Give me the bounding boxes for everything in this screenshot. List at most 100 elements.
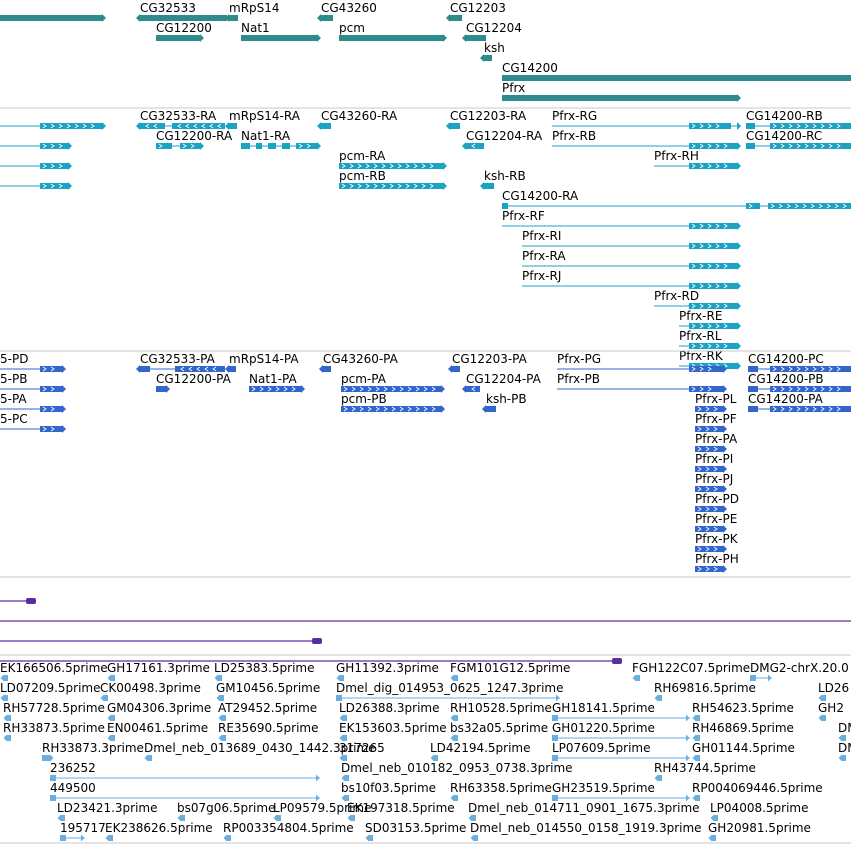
transcript-feature[interactable]: CG12204-RA <box>462 129 543 150</box>
protein-feature[interactable]: CG12200-PA <box>156 372 232 393</box>
transcript-feature[interactable]: Pfrx-RH <box>654 149 741 170</box>
transcript-feature[interactable]: Pfrx-RJ <box>522 269 741 290</box>
transcript-feature[interactable]: Pfrx-RF <box>502 209 741 230</box>
est-feature[interactable]: GH01144.5prime <box>692 741 795 762</box>
est-feature[interactable]: RH33873.3prime <box>42 741 144 762</box>
est-feature[interactable]: FGM101G12.5prime <box>450 661 570 682</box>
protein-feature[interactable]: pcm-PB <box>341 392 445 413</box>
transcript-feature[interactable] <box>0 122 106 130</box>
transcript-feature[interactable]: Pfrx-RD <box>654 289 741 310</box>
protein-feature[interactable]: CG32533-PA <box>136 352 225 373</box>
genome-browser-canvas[interactable]: CG32533 mRpS14 CG43260 CG12203 CG12200 Nat1 pc… <box>0 0 851 844</box>
est-feature[interactable]: DM <box>838 741 851 762</box>
est-feature[interactable]: LP04008.5prime <box>710 801 809 822</box>
sequence-feature[interactable] <box>0 638 322 644</box>
transcript-feature[interactable]: Nat1-RA <box>241 129 321 150</box>
protein-feature[interactable]: CG43260-PA <box>319 352 399 373</box>
transcript-feature[interactable] <box>0 142 72 150</box>
est-feature[interactable]: LD07209.5prime <box>0 681 101 702</box>
protein-feature[interactable]: 5-PC <box>0 412 66 433</box>
est-feature[interactable]: Dmel_neb_014550_0158_1919.3prime <box>470 821 702 842</box>
est-feature[interactable]: AT29452.5prime <box>218 701 317 722</box>
protein-feature[interactable]: Pfrx-PL <box>695 392 737 413</box>
transcript-feature[interactable]: Pfrx-RA <box>522 249 741 270</box>
transcript-feature[interactable]: Pfrx-RG <box>552 109 741 130</box>
transcript-feature[interactable]: CG14200-RA <box>502 189 851 210</box>
est-feature[interactable]: EN00461.5prime <box>107 721 208 742</box>
protein-feature[interactable]: CG14200-PA <box>748 392 851 413</box>
protein-feature[interactable]: 5-PD <box>0 352 66 373</box>
gene-feature[interactable]: CG14200 <box>502 61 851 82</box>
protein-feature[interactable]: Pfrx-PF <box>695 412 737 433</box>
est-feature[interactable]: GH01220.5prime <box>552 721 690 742</box>
est-feature[interactable]: RH54623.5prime <box>692 701 794 722</box>
est-feature[interactable]: EK238626.5prime <box>105 821 213 842</box>
protein-feature[interactable]: ksh-PB <box>482 392 527 413</box>
protein-feature[interactable]: CG14200-PC <box>748 352 851 373</box>
est-feature[interactable]: Dmel_dig_014953_0625_1247.3prime <box>336 681 564 702</box>
est-feature[interactable]: GH20981.5prime <box>708 821 811 842</box>
protein-feature[interactable]: mRpS14-PA <box>225 352 299 373</box>
est-feature[interactable]: DM <box>838 721 851 742</box>
gene-feature[interactable]: CG43260 <box>317 1 377 22</box>
gene-feature[interactable]: Nat1 <box>241 21 321 42</box>
est-feature[interactable]: LD42194.5prime <box>430 741 531 762</box>
est-feature[interactable]: EK197318.5prime <box>347 801 455 822</box>
transcript-feature[interactable]: CG12203-RA <box>446 109 527 130</box>
sequence-feature[interactable] <box>0 598 36 604</box>
protein-feature[interactable]: CG14200-PB <box>748 372 851 393</box>
est-feature[interactable]: 317265 <box>339 741 385 762</box>
est-feature[interactable]: SD03153.5prime <box>365 821 466 842</box>
gene-feature[interactable]: CG12200 <box>156 21 212 42</box>
transcript-feature[interactable]: Pfrx-RI <box>522 229 741 250</box>
transcript-feature[interactable] <box>0 162 72 170</box>
est-feature[interactable]: RP003354804.5prime <box>223 821 354 842</box>
est-feature[interactable]: LD26388.3prime <box>339 701 440 722</box>
est-feature[interactable]: bs10f03.5prime <box>341 781 436 802</box>
est-feature[interactable]: GH23519.5prime <box>552 781 690 802</box>
est-feature[interactable]: LD26 <box>818 681 849 702</box>
est-feature[interactable]: RH33873.5prime <box>3 721 105 742</box>
protein-feature[interactable]: CG12203-PA <box>448 352 528 373</box>
transcript-feature[interactable]: pcm-RB <box>339 169 447 190</box>
transcript-feature[interactable] <box>0 182 72 190</box>
protein-feature[interactable]: Pfrx-PH <box>695 552 739 573</box>
est-feature[interactable]: LD25383.5prime <box>214 661 315 682</box>
transcript-feature[interactable]: mRpS14-RA <box>225 109 301 130</box>
protein-feature[interactable]: Pfrx-PB <box>557 372 727 393</box>
protein-feature[interactable]: Pfrx-PK <box>695 532 739 553</box>
est-feature[interactable]: LD23421.3prime <box>57 801 158 822</box>
transcript-feature[interactable]: CG14200-RB <box>746 109 851 130</box>
est-feature[interactable]: RH43744.5prime <box>654 761 756 782</box>
est-feature[interactable]: GH17161.3prime <box>107 661 210 682</box>
est-feature[interactable]: EK166506.5prime <box>0 661 108 682</box>
protein-feature[interactable]: pcm-PA <box>341 372 445 393</box>
gene-feature[interactable]: CG32533 <box>136 1 227 22</box>
protein-feature[interactable]: Pfrx-PD <box>695 492 739 513</box>
est-feature[interactable]: RH57728.5prime <box>3 701 105 722</box>
gene-feature[interactable]: mRpS14 <box>225 1 280 22</box>
transcript-feature[interactable]: CG32533-RA <box>136 109 225 130</box>
est-feature[interactable]: GH11392.3prime <box>336 661 439 682</box>
est-feature[interactable]: Dmel_neb_014711_0901_1675.3prime <box>468 801 700 822</box>
est-feature[interactable]: RH69816.5prime <box>654 681 756 702</box>
est-feature[interactable]: FGH122C07.5prime <box>632 661 750 682</box>
protein-feature[interactable]: Pfrx-PJ <box>695 472 733 493</box>
est-feature[interactable]: LP07609.5prime <box>552 741 690 762</box>
transcript-feature[interactable]: ksh-RB <box>480 169 526 190</box>
est-feature[interactable]: bs07g06.5prime <box>177 801 275 822</box>
gene-feature[interactable]: CG12203 <box>446 1 506 22</box>
est-feature[interactable]: GH18141.5prime <box>552 701 690 722</box>
protein-feature[interactable]: 5-PA <box>0 392 66 413</box>
est-feature[interactable]: RH46869.5prime <box>692 721 794 742</box>
est-feature[interactable]: Dmel_neb_010182_0953_0738.3prime <box>341 761 573 782</box>
protein-feature[interactable]: Nat1-PA <box>249 372 305 393</box>
est-feature[interactable]: RP004069446.5prime <box>692 781 823 802</box>
gene-feature[interactable]: ksh <box>480 41 505 62</box>
est-feature[interactable]: RH10528.5prime <box>450 701 552 722</box>
transcript-feature[interactable]: pcm-RA <box>339 149 447 170</box>
protein-feature[interactable]: Pfrx-PA <box>695 432 738 453</box>
est-feature[interactable]: DMG2-chrX.20.0 <box>750 661 849 682</box>
est-feature[interactable]: 195717 <box>60 821 106 842</box>
protein-feature[interactable]: Pfrx-PE <box>695 512 737 533</box>
